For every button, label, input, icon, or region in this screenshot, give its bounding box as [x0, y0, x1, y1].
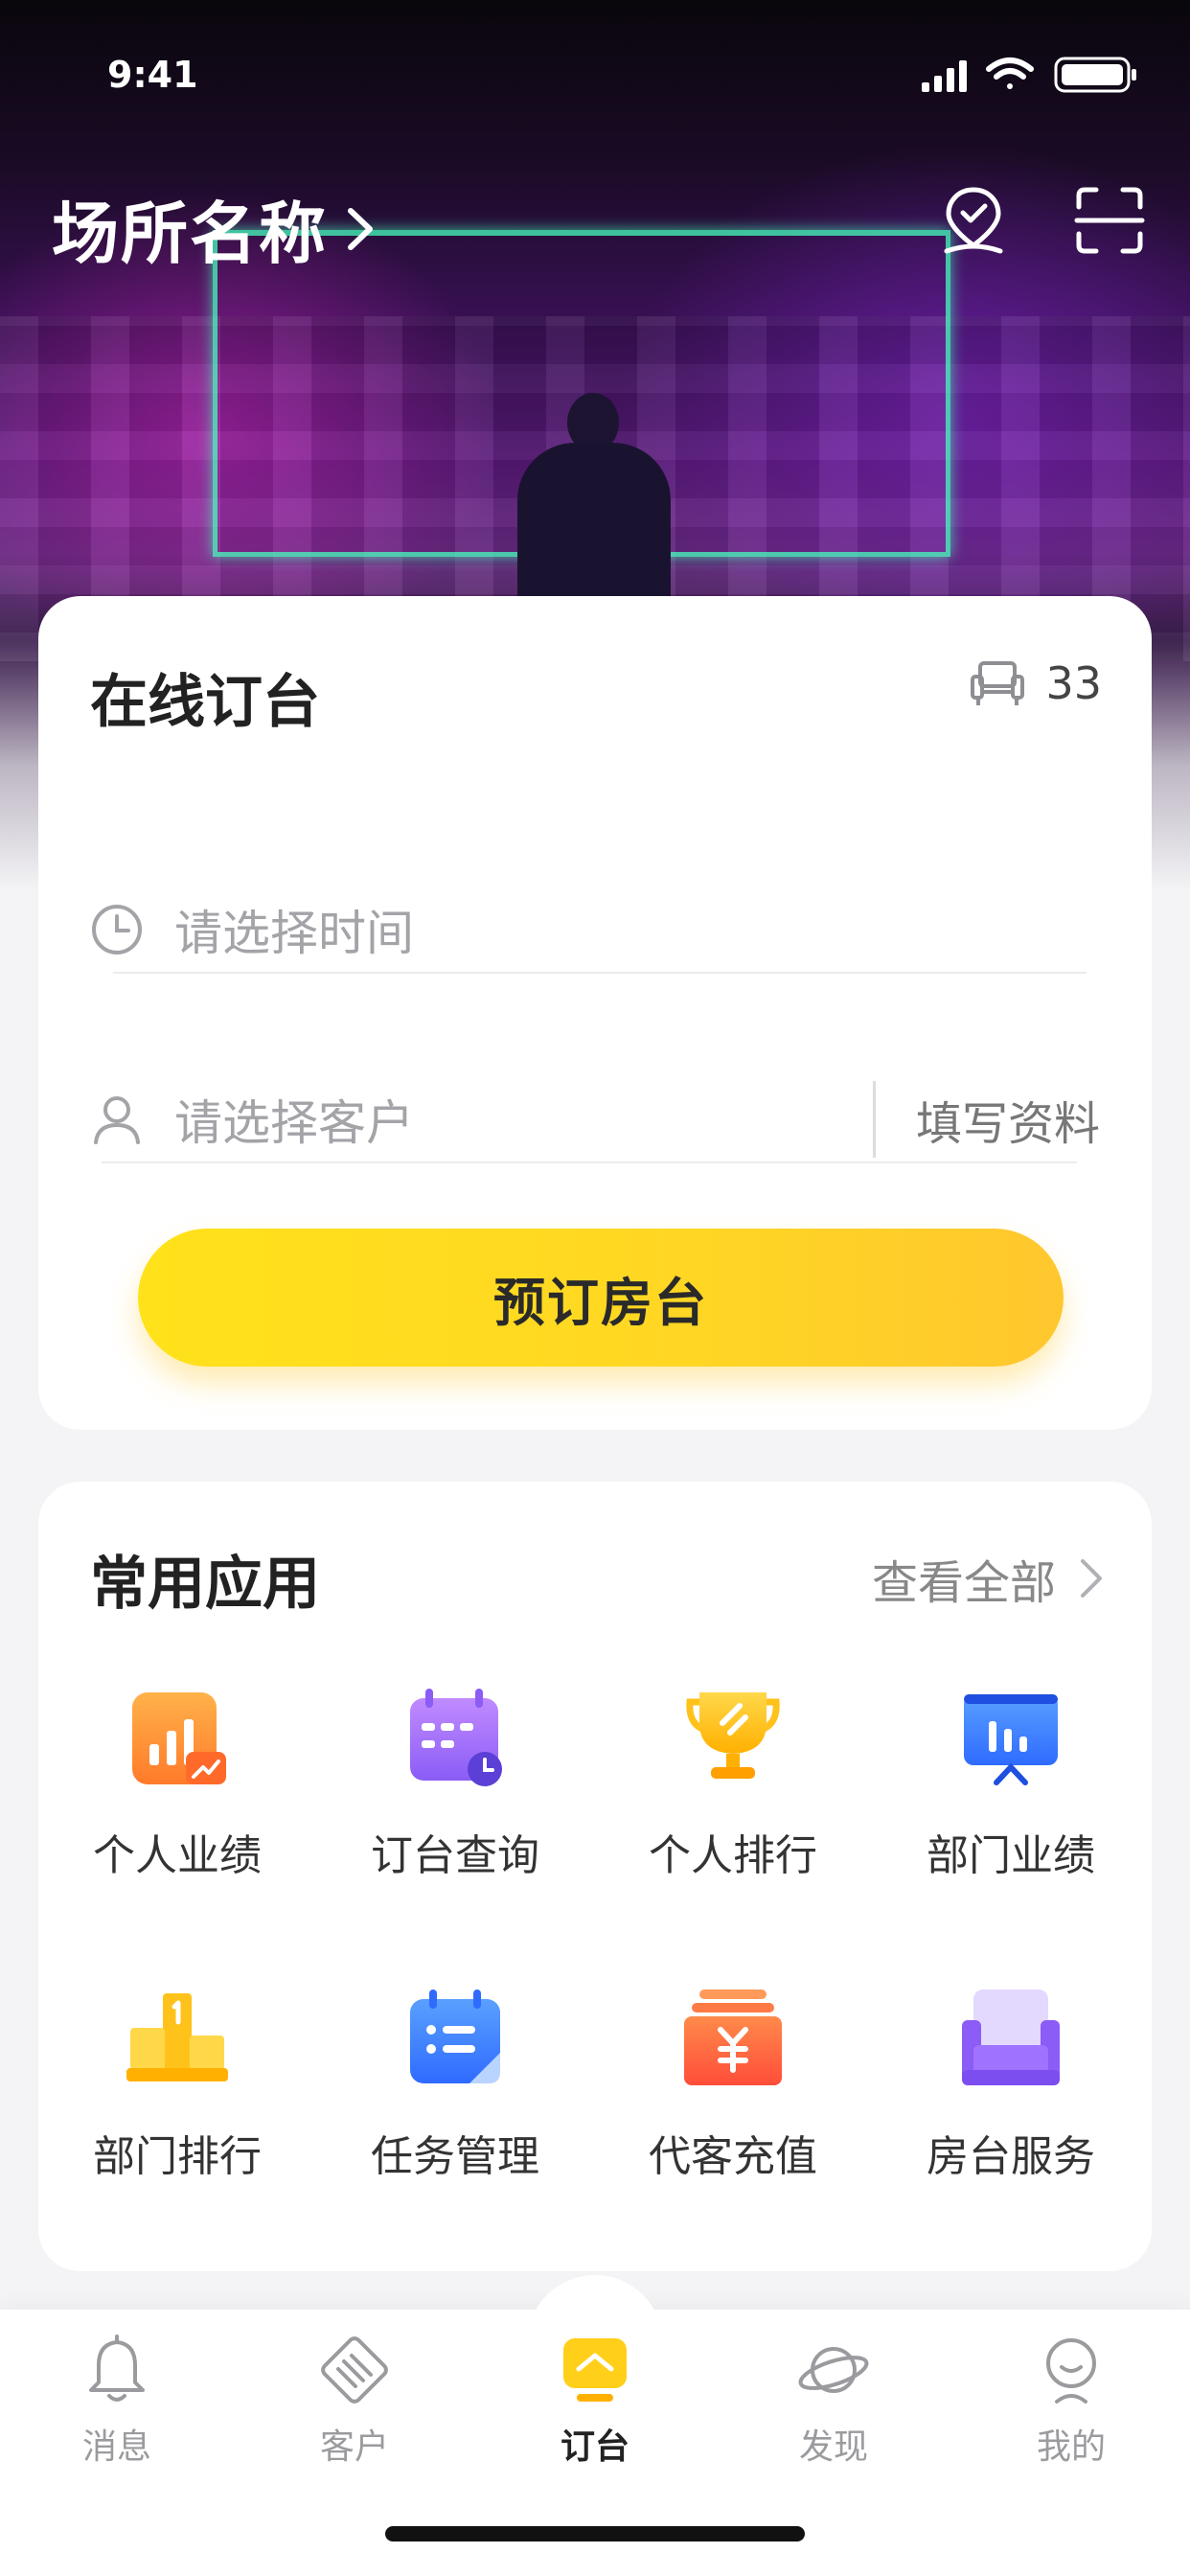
- user-icon: [94, 1096, 140, 1144]
- time-placeholder: 请选择时间: [174, 906, 414, 961]
- app-label: 订台查询: [371, 1831, 539, 1880]
- status-bar: 9:41: [0, 0, 1190, 153]
- app-label: 部门排行: [93, 2132, 262, 2181]
- booking-icon: [563, 2338, 627, 2402]
- recharge-icon: [684, 1990, 782, 2085]
- common-apps-card: 常用应用 查看全部 个人业绩 订台查询 个人排行 部门业绩 部门排行 任务管理 …: [38, 1482, 1152, 2271]
- tab-label: 客户: [319, 2427, 389, 2467]
- online-booking-card: 在线订台 33 请选择时间 请选择客户 填写资料 预订房台: [38, 596, 1152, 1430]
- personal-performance-icon: [132, 1692, 226, 1784]
- tab-label: 消息: [81, 2427, 151, 2467]
- chevron-right-icon: [348, 207, 373, 250]
- tab-messages[interactable]: 消息: [21, 2333, 213, 2476]
- wifi-icon: [986, 58, 1034, 89]
- clock-icon: [92, 905, 142, 954]
- bell-icon: [89, 2334, 145, 2402]
- task-list-icon: [410, 1990, 500, 2083]
- app-personal-ranking[interactable]: 个人排行: [594, 1685, 872, 1915]
- fill-info-link[interactable]: 填写资料: [872, 1081, 1100, 1158]
- app-department-ranking[interactable]: 部门排行: [38, 1986, 316, 2216]
- booking-query-icon: [410, 1689, 502, 1786]
- view-all-label: 查看全部: [871, 1556, 1056, 1610]
- tab-label: 订台: [560, 2427, 629, 2467]
- apps-title: 常用应用: [90, 1551, 320, 1618]
- customer-placeholder: 请选择客户: [174, 1095, 414, 1151]
- app-task-management[interactable]: 任务管理: [316, 1986, 594, 2216]
- trophy-icon: [686, 1692, 780, 1779]
- scan-icon[interactable]: [1071, 182, 1148, 259]
- department-performance-icon: [964, 1694, 1058, 1785]
- venue-name: 场所名称: [52, 195, 328, 273]
- chevron-right-icon: [1081, 1559, 1102, 1598]
- app-recharge[interactable]: 代客充值: [594, 1986, 872, 2216]
- app-label: 任务管理: [371, 2132, 539, 2181]
- home-indicator: [385, 2526, 805, 2542]
- booking-title: 在线订台: [90, 669, 320, 736]
- status-time: 9:41: [107, 54, 198, 96]
- signal-icon: [922, 60, 967, 92]
- handshake-icon: [321, 2336, 388, 2404]
- sofa-icon: [971, 661, 1025, 705]
- app-label: 代客充值: [649, 2132, 817, 2181]
- app-label: 部门业绩: [927, 1831, 1095, 1880]
- app-room-service[interactable]: 房台服务: [872, 1986, 1150, 2216]
- divider: [113, 972, 1087, 974]
- hero-person-silhouette: [517, 393, 671, 606]
- app-label: 个人排行: [649, 1831, 817, 1880]
- seat-count: 33: [1045, 657, 1102, 709]
- battery-icon: [1054, 57, 1136, 93]
- view-all-link[interactable]: 查看全部: [872, 1545, 1104, 1612]
- tab-booking[interactable]: 订台: [499, 2333, 691, 2476]
- venue-selector[interactable]: 场所名称: [52, 180, 378, 277]
- time-picker[interactable]: 请选择时间: [90, 882, 1100, 978]
- podium-icon: [126, 1993, 228, 2082]
- book-room-button[interactable]: 预订房台: [138, 1229, 1064, 1367]
- app-department-performance[interactable]: 部门业绩: [872, 1685, 1150, 1915]
- profile-icon: [1046, 2338, 1096, 2404]
- divider: [102, 1162, 1077, 1163]
- status-icons: [922, 57, 1136, 93]
- tab-label: 我的: [1036, 2427, 1106, 2467]
- tab-label: 发现: [798, 2427, 868, 2467]
- room-service-icon: [962, 1990, 1060, 2085]
- app-label: 个人业绩: [93, 1831, 262, 1880]
- app-personal-performance[interactable]: 个人业绩: [38, 1685, 316, 1915]
- tab-profile[interactable]: 我的: [975, 2333, 1167, 2476]
- location-check-icon[interactable]: [935, 182, 1012, 259]
- seat-count-indicator: 33: [971, 657, 1102, 709]
- app-label: 房台服务: [927, 2132, 1095, 2181]
- planet-icon: [798, 2347, 869, 2393]
- tab-discover[interactable]: 发现: [738, 2333, 929, 2476]
- app-booking-query[interactable]: 订台查询: [316, 1685, 594, 1915]
- tab-customers[interactable]: 客户: [259, 2333, 450, 2476]
- customer-picker[interactable]: 请选择客户 填写资料: [90, 1071, 1100, 1167]
